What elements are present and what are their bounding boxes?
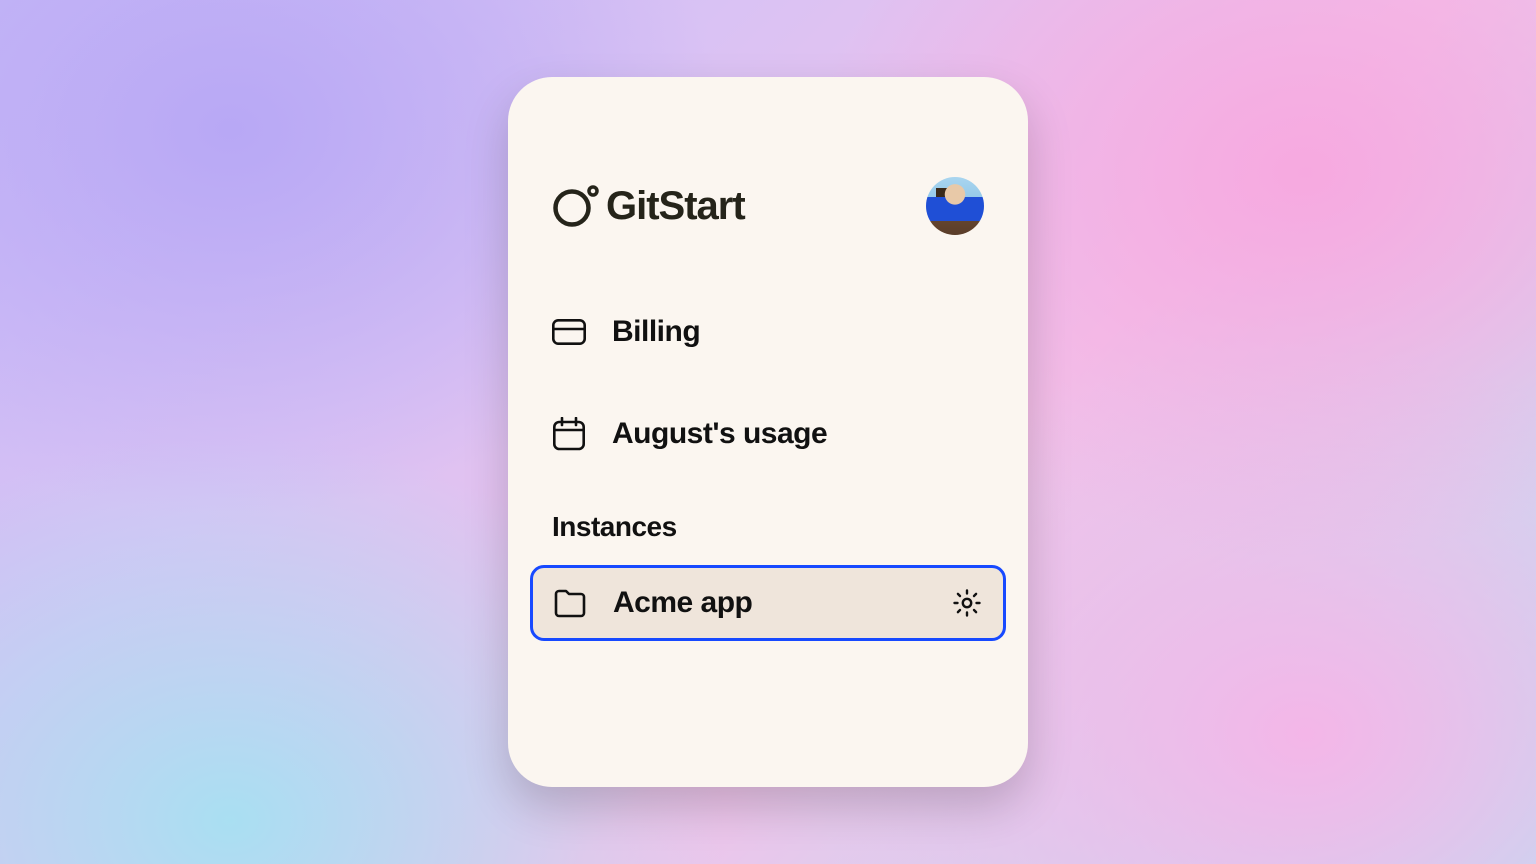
card-header: GitStart [552,177,984,235]
nav-item-usage[interactable]: August's usage [552,409,984,459]
instances-heading: Instances [552,511,984,543]
instance-item-label: Acme app [613,586,951,620]
folder-icon [553,588,587,618]
instance-item-acme-app[interactable]: Acme app [530,565,1006,641]
nav-item-label: Billing [612,315,700,349]
brand-logo: GitStart [552,184,745,229]
brand-logo-mark-icon [552,184,600,228]
nav-item-billing[interactable]: Billing [552,307,984,357]
gear-icon[interactable] [951,587,983,619]
nav-item-label: August's usage [612,417,827,451]
user-avatar[interactable] [926,177,984,235]
credit-card-icon [552,319,586,345]
calendar-icon [552,417,586,451]
brand-name: GitStart [606,184,745,229]
settings-card: GitStart Billing August's usage Instance… [508,77,1028,787]
